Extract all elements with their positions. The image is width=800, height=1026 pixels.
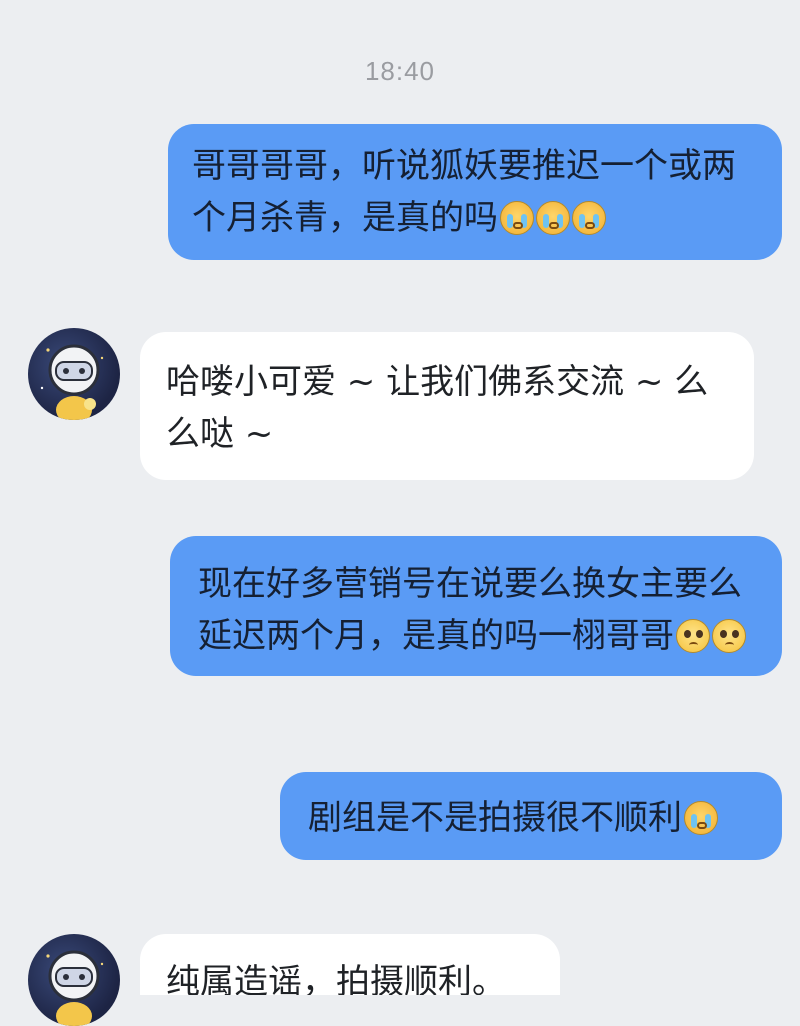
outgoing-message[interactable]: 剧组是不是拍摄很不顺利 — [280, 772, 782, 860]
message-text: 现在好多营销号在说要么换女主要么延迟两个月，是真的吗一栩哥哥 — [198, 564, 742, 656]
message-text: 哈喽小可爱 ~ 让我们佛系交流 ~ 么么哒 ~ — [166, 362, 709, 454]
incoming-message[interactable]: 纯属造谣，拍摄顺利。 — [140, 934, 560, 995]
outgoing-message[interactable]: 哥哥哥哥，听说狐妖要推迟一个或两个月杀青，是真的吗 — [168, 124, 782, 260]
contact-avatar[interactable] — [28, 934, 120, 1026]
message-timestamp: 18:40 — [364, 56, 436, 86]
message-text: 剧组是不是拍摄很不顺利 — [308, 798, 682, 838]
message-text: 纯属造谣，拍摄顺利。 — [166, 962, 506, 995]
chat-view: 18:40 哥哥哥哥，听说狐妖要推迟一个或两个月杀青，是真的吗 哈喽小可爱 ~ … — [0, 0, 800, 1026]
pleading-face-icon — [676, 619, 710, 653]
contact-avatar[interactable] — [28, 328, 120, 420]
cry-icon — [684, 801, 718, 835]
pleading-face-icon — [712, 619, 746, 653]
cry-icon — [536, 201, 570, 235]
cry-icon — [572, 201, 606, 235]
cry-icon — [500, 201, 534, 235]
incoming-message[interactable]: 哈喽小可爱 ~ 让我们佛系交流 ~ 么么哒 ~ — [140, 332, 754, 480]
message-text: 哥哥哥哥，听说狐妖要推迟一个或两个月杀青，是真的吗 — [192, 146, 736, 238]
outgoing-message[interactable]: 现在好多营销号在说要么换女主要么延迟两个月，是真的吗一栩哥哥 — [170, 536, 782, 676]
